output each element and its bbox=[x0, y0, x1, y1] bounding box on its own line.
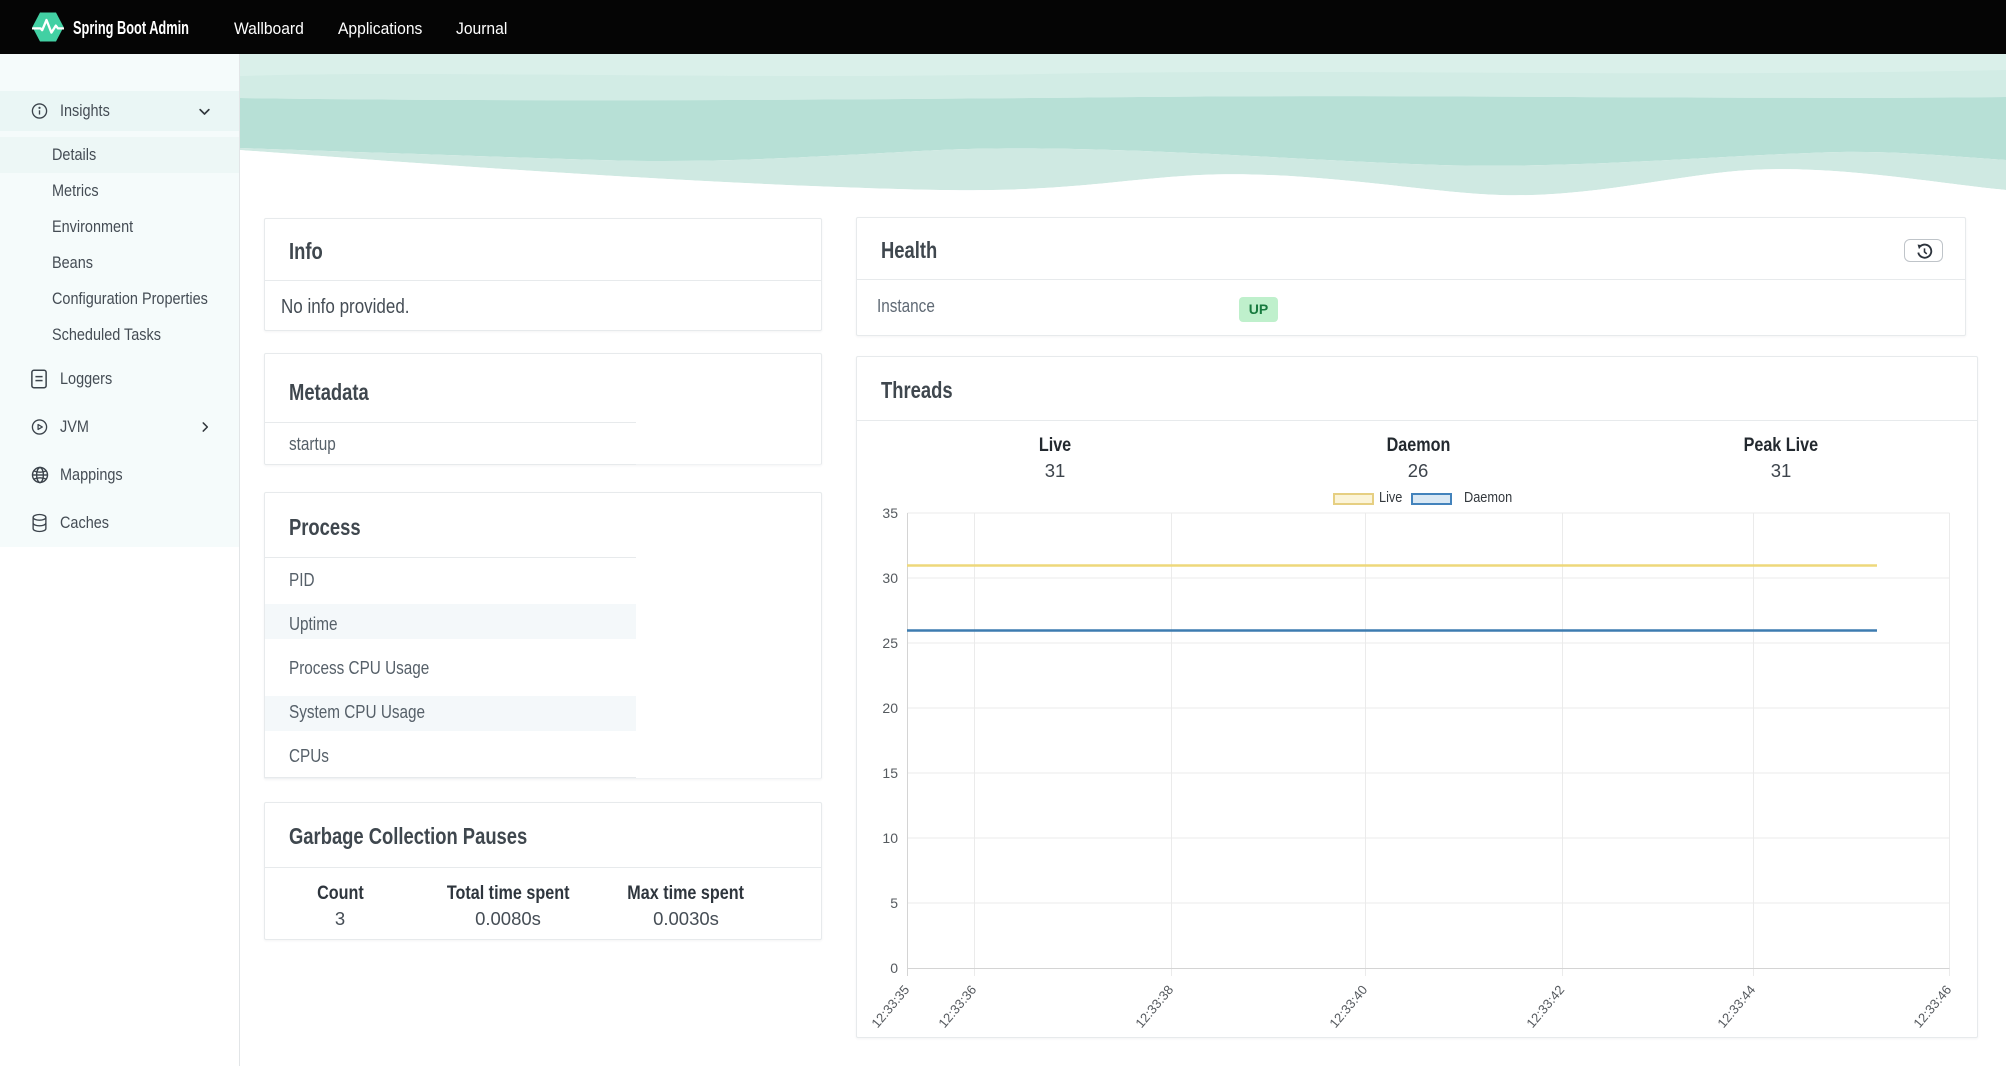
svg-text:10: 10 bbox=[882, 830, 898, 846]
svg-text:15: 15 bbox=[882, 765, 898, 781]
svg-text:0: 0 bbox=[890, 960, 898, 976]
svg-text:12:33:38: 12:33:38 bbox=[1132, 982, 1176, 1030]
svg-text:12:33:46: 12:33:46 bbox=[1910, 982, 1954, 1030]
svg-text:12:33:35: 12:33:35 bbox=[868, 982, 912, 1030]
svg-text:30: 30 bbox=[882, 570, 898, 586]
svg-text:35: 35 bbox=[882, 505, 898, 521]
svg-text:25: 25 bbox=[882, 635, 898, 651]
svg-text:12:33:44: 12:33:44 bbox=[1714, 982, 1758, 1030]
svg-text:20: 20 bbox=[882, 700, 898, 716]
svg-text:12:33:42: 12:33:42 bbox=[1523, 982, 1567, 1030]
svg-text:12:33:36: 12:33:36 bbox=[935, 982, 979, 1030]
svg-text:12:33:40: 12:33:40 bbox=[1326, 982, 1370, 1030]
svg-text:5: 5 bbox=[890, 895, 898, 911]
